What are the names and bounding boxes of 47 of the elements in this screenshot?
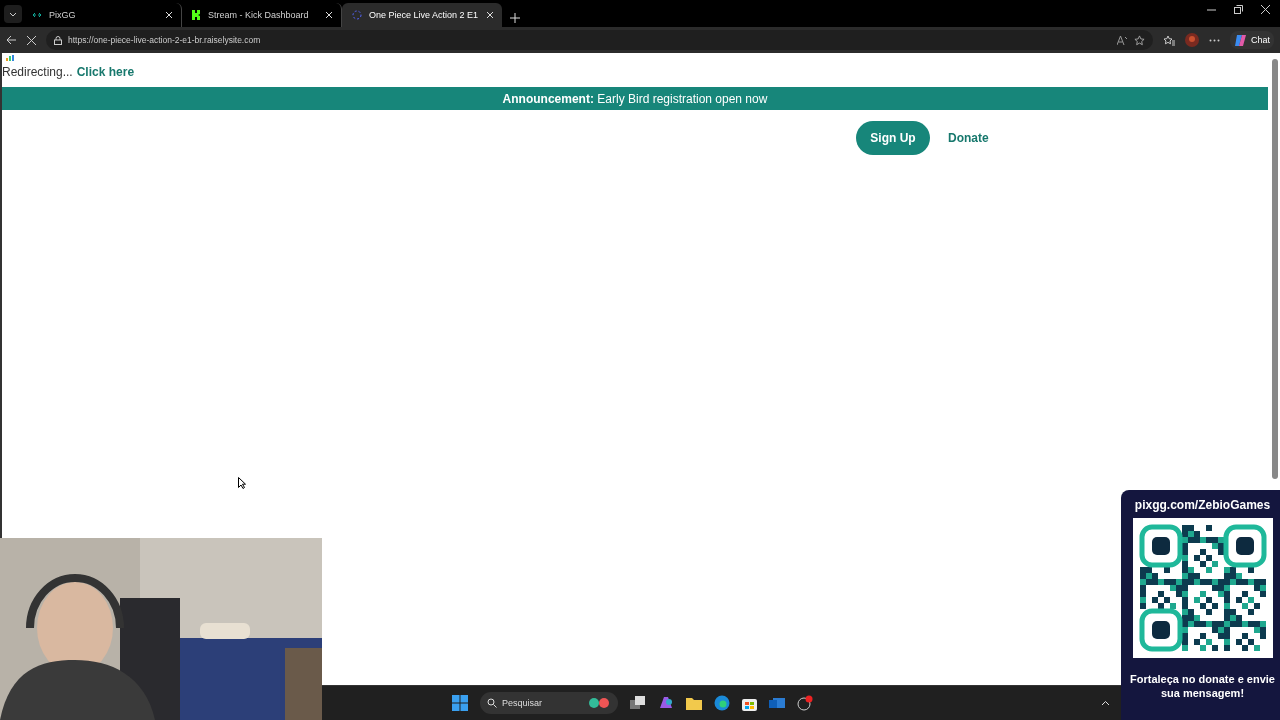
close-tab-button[interactable] bbox=[325, 11, 333, 19]
close-icon bbox=[325, 11, 333, 19]
windows-start-icon[interactable] bbox=[452, 695, 468, 711]
kick-logo-icon bbox=[192, 10, 201, 20]
task-view-icon[interactable] bbox=[630, 696, 646, 710]
donate-link[interactable]: Donate bbox=[948, 131, 989, 145]
qr-panel-caption: Fortaleça no donate e envie sua mensagem! bbox=[1129, 672, 1276, 700]
new-tab-button[interactable] bbox=[510, 13, 520, 23]
star-icon[interactable] bbox=[1134, 34, 1145, 46]
m365-icon[interactable] bbox=[658, 696, 674, 710]
restore-icon[interactable] bbox=[1234, 5, 1243, 14]
app-icon[interactable] bbox=[797, 695, 813, 711]
sign-up-button[interactable]: Sign Up bbox=[856, 121, 930, 155]
address-bar[interactable]: https://one-piece-live-action-2-e1-br.raiselysite.com bbox=[46, 30, 1153, 50]
stop-icon[interactable] bbox=[27, 35, 36, 45]
chevron-up-icon[interactable] bbox=[1101, 700, 1110, 706]
close-icon bbox=[486, 11, 494, 19]
avatar-icon[interactable] bbox=[1185, 33, 1199, 47]
outlook-icon[interactable] bbox=[769, 696, 785, 710]
chat-button[interactable]: Chat bbox=[1230, 31, 1274, 49]
bar-chart-icon bbox=[6, 55, 14, 61]
announcement-banner: Announcement: Early Bird registration open now bbox=[2, 87, 1268, 110]
close-tab-button[interactable] bbox=[486, 11, 494, 19]
favorites-icon[interactable] bbox=[1163, 34, 1175, 46]
plus-icon bbox=[510, 13, 520, 23]
chevron-down-icon bbox=[9, 11, 17, 17]
close-window-icon[interactable] bbox=[1261, 5, 1270, 14]
redirect-text: Redirecting... bbox=[2, 65, 73, 79]
scrollbar[interactable] bbox=[1272, 59, 1278, 479]
browser-tab[interactable]: One Piece Live Action 2 E1 bbox=[342, 3, 502, 27]
loading-icon bbox=[352, 10, 362, 20]
qr-panel-title: pixgg.com/ZebioGames bbox=[1134, 498, 1271, 512]
mouse-cursor-icon bbox=[238, 477, 246, 489]
url-text: https://one-piece-live-action-2-e1-br.raiselysite.com bbox=[68, 35, 262, 45]
copilot-icon bbox=[1234, 33, 1247, 47]
close-icon bbox=[165, 11, 173, 19]
search-icon bbox=[487, 698, 497, 708]
read-aloud-icon[interactable] bbox=[1117, 35, 1128, 45]
back-arrow-icon[interactable] bbox=[6, 35, 17, 45]
close-tab-button[interactable] bbox=[165, 11, 173, 19]
qr-code-icon bbox=[1132, 518, 1273, 658]
lock-icon bbox=[54, 35, 62, 45]
taskbar-search-field[interactable]: Pesquisar bbox=[480, 692, 618, 714]
folder-icon[interactable] bbox=[686, 696, 702, 710]
more-icon[interactable] bbox=[1209, 38, 1220, 42]
click-here-link[interactable]: Click here bbox=[76, 65, 135, 79]
edge-icon[interactable] bbox=[714, 695, 730, 711]
